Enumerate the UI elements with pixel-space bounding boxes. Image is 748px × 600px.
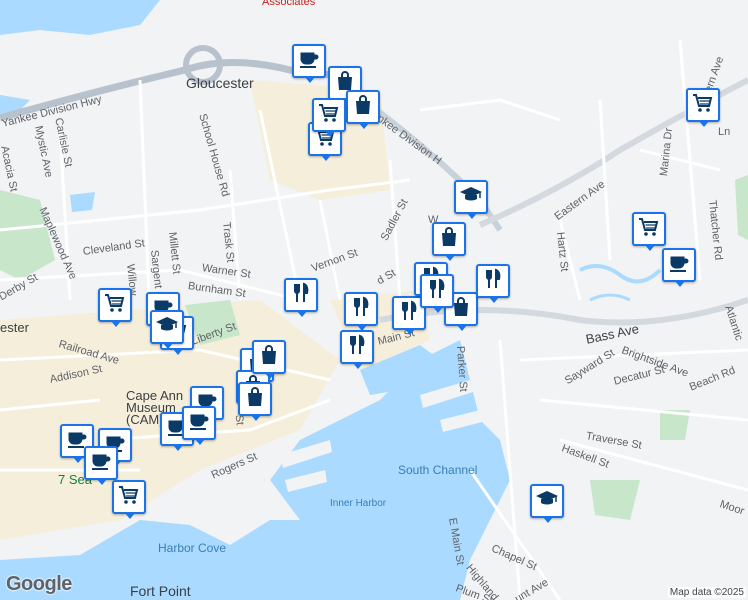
marker-shopping-bag[interactable] (252, 340, 286, 379)
water-label-inner-harbor: Inner Harbor (330, 498, 387, 509)
marker-shopping-cart[interactable] (686, 88, 720, 127)
marker-shopping-cart[interactable] (112, 480, 146, 519)
marker-shopping-bag[interactable] (432, 222, 466, 261)
water-label-harbor-cove: Harbor Cove (158, 541, 227, 555)
coffee-icon (89, 449, 113, 478)
restaurant-icon (425, 277, 449, 306)
restaurant-icon (481, 267, 505, 296)
water-label-south-channel: South Channel (398, 463, 478, 477)
shopping-cart-icon (691, 91, 715, 120)
school-icon (155, 313, 179, 342)
restaurant-icon (345, 333, 369, 362)
marker-shopping-bag[interactable] (238, 382, 272, 421)
place-label-fort-point: Fort Point (130, 583, 191, 599)
school-icon (535, 487, 559, 516)
map-canvas[interactable]: Associates Gloucester Yankee Division Hw… (0, 0, 748, 600)
marker-restaurant[interactable] (284, 278, 318, 317)
shopping-cart-icon (317, 101, 341, 130)
shopping-bag-icon (437, 225, 461, 254)
marker-shopping-cart[interactable] (632, 212, 666, 251)
marker-shopping-cart[interactable] (312, 98, 346, 137)
marker-restaurant[interactable] (340, 330, 374, 369)
restaurant-icon (397, 299, 421, 328)
marker-restaurant[interactable] (476, 264, 510, 303)
marker-shopping-cart[interactable] (98, 288, 132, 327)
marker-school[interactable] (150, 310, 184, 349)
map-attribution[interactable]: Map data ©2025 (667, 587, 746, 598)
coffee-icon (297, 47, 321, 76)
shopping-cart-icon (103, 291, 127, 320)
marker-coffee[interactable] (292, 44, 326, 83)
shopping-bag-icon (351, 93, 375, 122)
marker-restaurant[interactable] (344, 292, 378, 331)
google-logo: Google (6, 573, 72, 595)
shopping-cart-icon (637, 215, 661, 244)
school-icon (459, 183, 483, 212)
business-label: Associates (262, 0, 316, 8)
marker-school[interactable] (530, 484, 564, 523)
road-label-ln: Ln (718, 126, 731, 138)
marker-coffee[interactable] (182, 406, 216, 445)
marker-coffee[interactable] (662, 248, 696, 287)
coffee-icon (187, 409, 211, 438)
shopping-cart-icon (117, 483, 141, 512)
marker-school[interactable] (454, 180, 488, 219)
restaurant-icon (289, 281, 313, 310)
marker-restaurant[interactable] (420, 274, 454, 313)
restaurant-icon (349, 295, 373, 324)
shopping-bag-icon (257, 343, 281, 372)
shopping-bag-icon (243, 385, 267, 414)
coffee-icon (667, 251, 691, 280)
marker-coffee[interactable] (84, 446, 118, 485)
marker-shopping-bag[interactable] (346, 90, 380, 129)
place-label-gloucester-partial: ester (0, 320, 29, 335)
city-label-gloucester: Gloucester (186, 75, 254, 91)
